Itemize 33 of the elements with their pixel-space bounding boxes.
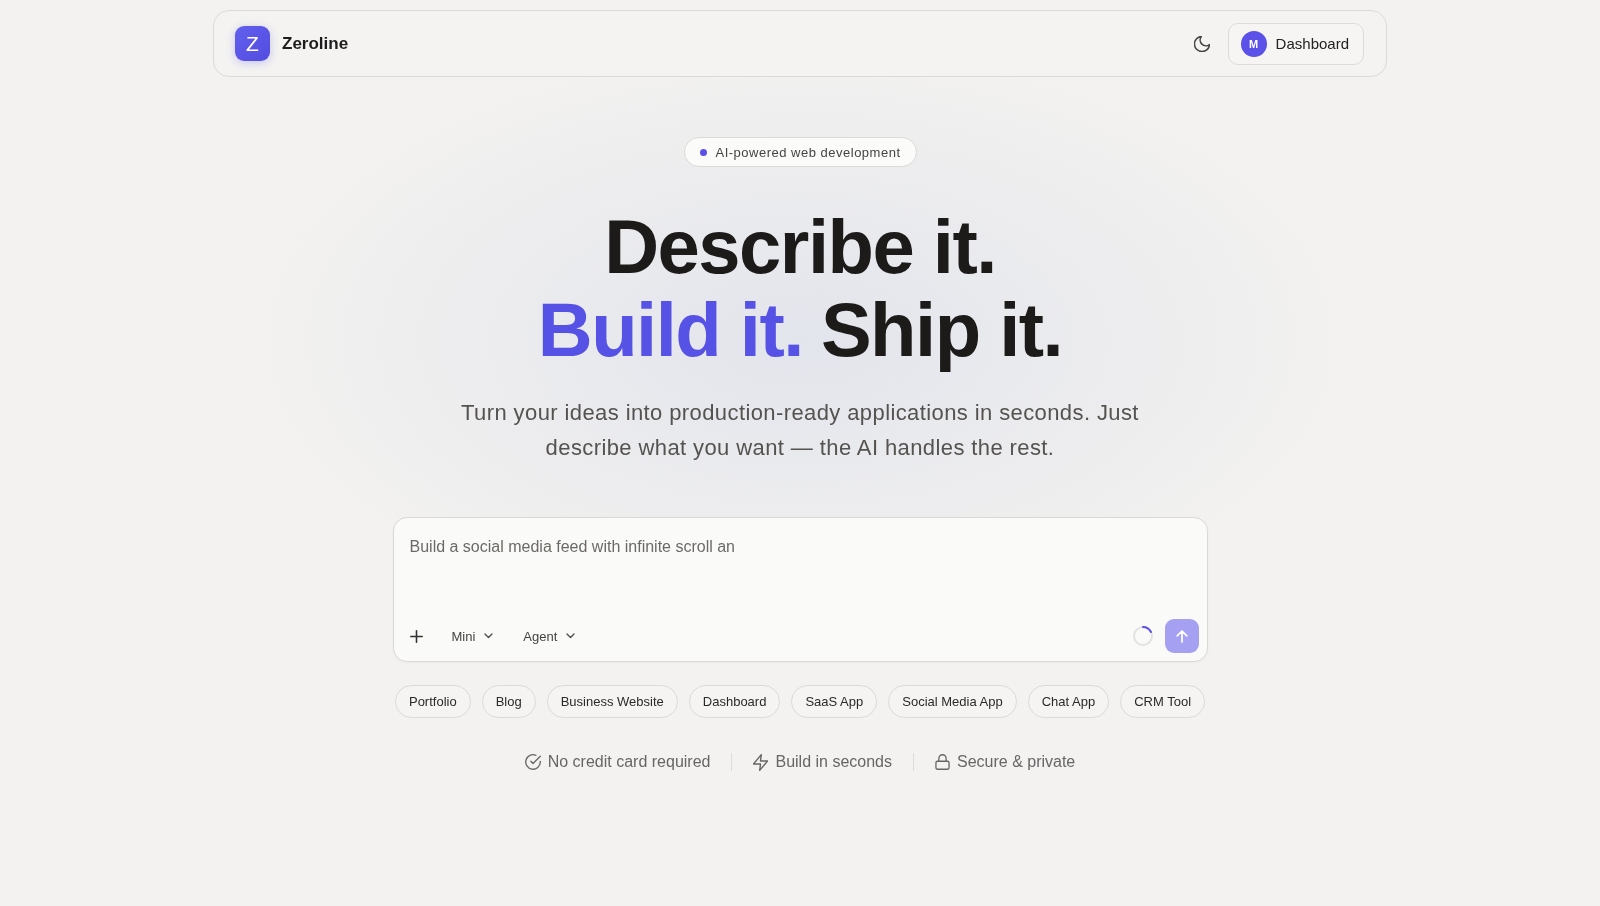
feature-text: No credit card required (547, 753, 711, 771)
mode-dropdown[interactable]: Agent (517, 624, 582, 648)
chevron-down-icon (484, 633, 494, 639)
check-circle-icon (524, 754, 541, 770)
plus-icon (410, 629, 423, 643)
model-dropdown[interactable]: Mini (445, 624, 500, 648)
prompt-input-box[interactable]: Build a social media feed with infinite scroll an Mini Agent (392, 517, 1208, 662)
suggestion-chip[interactable]: Chat App (1027, 685, 1110, 718)
dashboard-button[interactable]: M Dashboard (1227, 22, 1364, 65)
logo-mark[interactable]: Z (235, 26, 270, 61)
chevron-down-icon (566, 633, 576, 639)
suggestion-chip[interactable]: CRM Tool (1120, 685, 1206, 718)
suggestion-chip[interactable]: Social Media App (888, 685, 1017, 718)
suggestion-chip[interactable]: Blog (481, 685, 536, 718)
padlock-icon (935, 754, 950, 770)
prompt-field[interactable]: Build a social media feed with infinite scroll an (393, 518, 1207, 619)
arrow-up-icon (1175, 629, 1188, 643)
avatar: M (1240, 30, 1267, 57)
lightning-bolt-icon (753, 753, 769, 771)
suggestion-chip[interactable]: Dashboard (688, 685, 781, 718)
dot-icon (699, 148, 707, 156)
headline-phrase: Build it. (537, 288, 803, 371)
brand-name[interactable]: Zeroline (282, 33, 349, 54)
headline-phrase: Describe it. (604, 205, 996, 288)
badge-text: AI-powered web development (715, 144, 901, 160)
feature-text: Build in seconds (775, 753, 892, 771)
hero-subtitle: Turn your ideas into production-ready applications in seconds. Just describe what you want — the AI handles the rest. (460, 399, 1140, 462)
moon-icon (1193, 35, 1210, 52)
suggestion-chip[interactable]: Portfolio (394, 685, 471, 718)
suggestion-chip[interactable]: SaaS App (791, 685, 878, 718)
feature-text: Secure & private (957, 753, 1076, 771)
headline-phrase: Ship it. (820, 288, 1063, 371)
suggestion-chip[interactable]: Business Website (546, 685, 678, 718)
